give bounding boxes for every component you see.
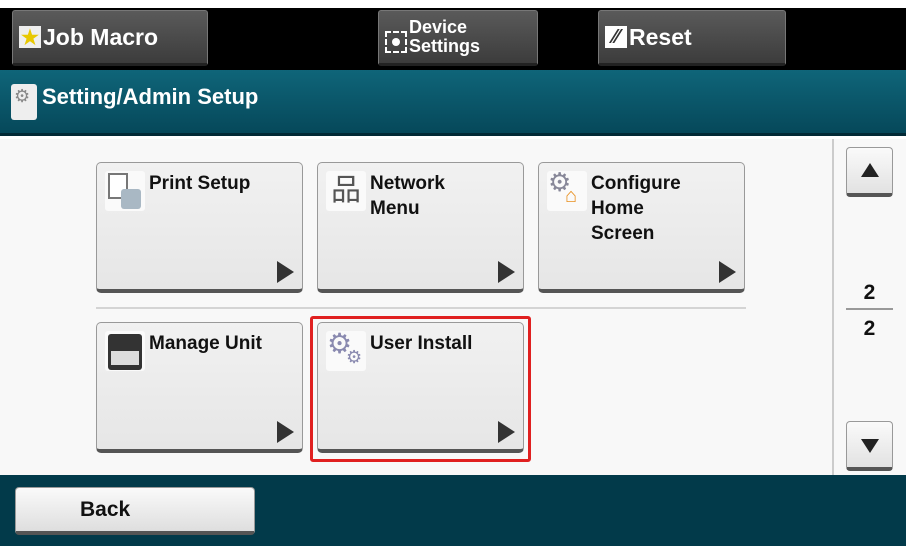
arrow-up-icon [861,163,879,177]
page-separator [846,308,893,310]
page-total: 2 [863,317,876,340]
scroll-down-button[interactable] [846,421,893,471]
top-bar: ★ Job Macro Device Settings ⁄⁄ Reset [0,8,906,70]
page-current: 2 [863,281,876,304]
admin-settings-icon: ⚙ [11,84,37,120]
print-setup-icon [105,171,145,211]
arrow-down-icon [861,439,879,453]
reset-button[interactable]: ⁄⁄ Reset [598,10,786,66]
printer-icon [105,331,145,371]
menu-area: Print Setup 品 Network Menu ⚙ ⌂ Configure … [0,139,906,475]
tile-network-menu[interactable]: 品 Network Menu [317,162,524,293]
scroll-up-button[interactable] [846,147,893,197]
back-button[interactable]: Back [15,487,255,535]
arrow-right-icon [719,261,736,283]
arrow-right-icon [277,421,294,443]
device-settings-label: Device Settings [409,17,481,56]
tile-configure-home-screen[interactable]: ⚙ ⌂ Configure Home Screen [538,162,745,293]
footer-bar: Back [0,475,906,546]
arrow-right-icon [277,261,294,283]
network-icon: 品 [326,171,366,211]
sidebar-divider [832,139,834,475]
configure-home-icon: ⚙ ⌂ [547,167,587,211]
star-icon: ★ [19,26,41,49]
tile-manage-unit[interactable]: Manage Unit [96,322,303,453]
reset-icon: ⁄⁄ [605,26,627,48]
job-macro-button[interactable]: ★ Job Macro [12,10,208,66]
selection-highlight [310,316,531,462]
tile-print-setup[interactable]: Print Setup [96,162,303,293]
arrow-right-icon [498,261,515,283]
device-settings-icon [385,31,407,53]
page-title: Setting/Admin Setup [42,84,259,109]
row-divider [96,307,746,309]
device-settings-button[interactable]: Device Settings [378,10,538,66]
page-header: ⚙ Setting/Admin Setup [0,70,906,136]
